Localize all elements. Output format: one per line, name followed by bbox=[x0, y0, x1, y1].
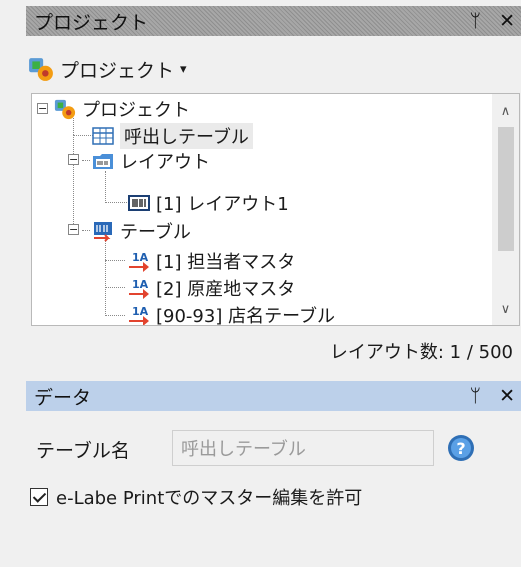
grid-table-icon bbox=[92, 126, 114, 145]
scroll-up-icon[interactable]: ∧ bbox=[492, 104, 519, 119]
svg-text:1A: 1A bbox=[132, 251, 149, 264]
pin-icon[interactable]: ᛘ bbox=[470, 385, 481, 407]
master-table-icon: 1A bbox=[129, 251, 149, 272]
tree-scrollbar[interactable]: ∧ ∨ bbox=[492, 93, 520, 326]
tree-node-layout-group[interactable]: レイアウト bbox=[92, 148, 210, 173]
scroll-thumb[interactable] bbox=[498, 127, 514, 251]
layout-folder-icon bbox=[93, 153, 113, 169]
pin-icon[interactable]: ᛘ bbox=[470, 10, 481, 32]
allow-edit-row[interactable]: e-Labe Printでのマスター編集を許可 bbox=[30, 484, 362, 510]
project-gear-icon bbox=[29, 58, 53, 81]
tree-node-label: [2] 原産地マスタ bbox=[156, 278, 296, 300]
layout-expander[interactable]: − bbox=[68, 154, 79, 165]
tree-node-label: レイアウト bbox=[120, 151, 210, 173]
table-name-label: テーブル名 bbox=[36, 440, 130, 462]
master-table-icon: 1A bbox=[129, 305, 149, 325]
project-dropdown-button[interactable]: プロジェクト ▾ bbox=[28, 52, 187, 86]
tree-node-master-3[interactable]: 1A [90-93] 店名テーブル bbox=[128, 302, 335, 326]
master-table-icon: 1A bbox=[129, 278, 149, 299]
svg-text:1A: 1A bbox=[132, 305, 149, 318]
tree-connector bbox=[82, 160, 90, 161]
tree-connector bbox=[73, 135, 74, 230]
tree-connector bbox=[105, 171, 106, 203]
svg-text:?: ? bbox=[456, 439, 465, 458]
table-name-value: 呼出しテーブル bbox=[181, 439, 306, 460]
tree-node-project[interactable]: プロジェクト bbox=[54, 96, 190, 121]
tree-node-master-1[interactable]: 1A [1] 担当者マスタ bbox=[128, 248, 295, 273]
chevron-down-icon: ▾ bbox=[180, 61, 187, 77]
tree-connector bbox=[105, 202, 127, 203]
barcode-layout-icon bbox=[128, 194, 150, 211]
tree-connector bbox=[105, 241, 106, 316]
tree-node-call-table[interactable]: 呼出しテーブル bbox=[92, 122, 253, 149]
help-icon[interactable]: ? bbox=[446, 433, 476, 463]
tree-node-master-2[interactable]: 1A [2] 原産地マスタ bbox=[128, 275, 295, 300]
tree-node-label: [90-93] 店名テーブル bbox=[156, 305, 335, 326]
layout-count: レイアウト数: 1 / 500 bbox=[329, 342, 513, 363]
table-expander[interactable]: − bbox=[68, 224, 79, 235]
project-panel-title: プロジェクト bbox=[34, 11, 149, 34]
svg-text:1A: 1A bbox=[132, 278, 149, 291]
tree-node-label: テーブル bbox=[120, 221, 191, 243]
table-name-field[interactable]: 呼出しテーブル bbox=[172, 430, 434, 466]
tree-connector bbox=[82, 230, 90, 231]
tree-node-label: [1] 担当者マスタ bbox=[156, 251, 296, 273]
scroll-down-icon[interactable]: ∨ bbox=[492, 302, 519, 317]
tree-node-label: プロジェクト bbox=[82, 99, 190, 121]
data-panel-title-bar: データ ᛘ ✕ bbox=[26, 381, 521, 411]
allow-edit-checkbox[interactable] bbox=[30, 488, 48, 506]
tree-connector bbox=[73, 135, 93, 136]
tree-connector bbox=[105, 315, 125, 316]
data-panel-title: データ bbox=[34, 386, 92, 409]
project-panel-title-bar: プロジェクト ᛘ ✕ bbox=[26, 6, 521, 36]
tree-node-label: [1] レイアウト1 bbox=[156, 193, 289, 215]
tree-node-table-group[interactable]: テーブル bbox=[92, 218, 191, 243]
table-group-icon bbox=[94, 221, 112, 242]
tree-node-label: 呼出しテーブル bbox=[120, 122, 253, 149]
tree-node-layout-item[interactable]: [1] レイアウト1 bbox=[128, 190, 289, 215]
close-icon[interactable]: ✕ bbox=[499, 385, 515, 407]
root-expander[interactable]: − bbox=[37, 103, 48, 114]
allow-edit-label: e-Labe Printでのマスター編集を許可 bbox=[56, 488, 363, 509]
tree-connector bbox=[105, 287, 125, 288]
project-tree[interactable]: − プロジェクト 呼出しテーブル − レイアウト [1] レイアウト1 − テー… bbox=[31, 93, 493, 326]
tree-connector bbox=[105, 260, 125, 261]
close-icon[interactable]: ✕ bbox=[499, 10, 515, 32]
project-gear-icon bbox=[54, 99, 76, 119]
project-dropdown-label: プロジェクト bbox=[60, 59, 175, 82]
